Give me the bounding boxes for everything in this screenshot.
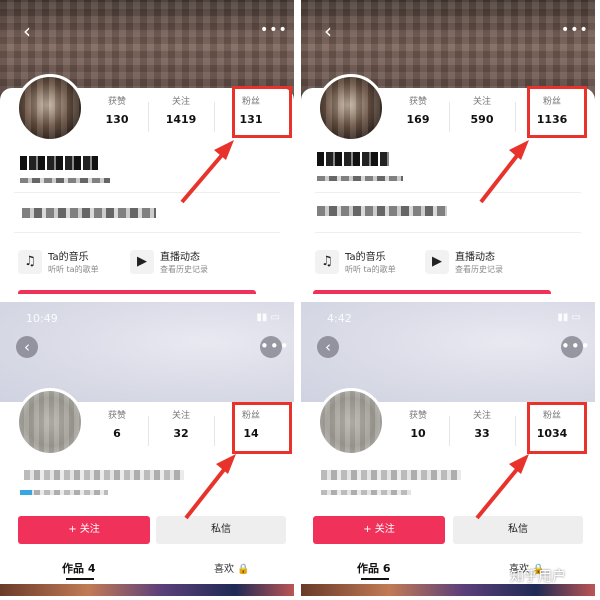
tab-likes[interactable]: 喜欢 🔒 (214, 560, 250, 575)
live-replay-icon: ▶ (425, 250, 449, 274)
tab-underline (66, 578, 94, 580)
blurred-username (24, 470, 184, 480)
stat-label: 获赞 (408, 97, 427, 107)
divider (449, 102, 450, 132)
message-button[interactable]: 私信 (156, 516, 286, 544)
stat-likes[interactable]: 获赞 169 (389, 94, 447, 126)
service-subtitle: 查看历史记录 (160, 265, 208, 274)
avatar[interactable] (16, 388, 84, 456)
back-icon[interactable]: ‹ (16, 336, 38, 358)
divider (515, 416, 516, 446)
follow-button[interactable]: + 关注 (313, 516, 445, 544)
service-title: Ta的音乐 (345, 252, 386, 263)
service-title: 直播动态 (455, 252, 495, 263)
avatar[interactable] (317, 74, 385, 142)
followers-highlight-box (527, 86, 587, 138)
follow-button[interactable] (18, 290, 256, 294)
service-subtitle: 查看历史记录 (455, 265, 503, 274)
service-title: 直播动态 (160, 252, 200, 263)
profile-panel-1: ‹ ••• 获赞 130 关注 1419 粉丝 131 ♫ Ta的音乐 听听 t… (0, 0, 294, 294)
stat-value: 1419 (165, 113, 197, 126)
video-thumbnails[interactable] (0, 584, 294, 596)
divider (14, 232, 280, 233)
message-button[interactable]: 私信 (453, 516, 583, 544)
signal-battery-icon: ▮▮ ▭ (557, 312, 581, 323)
tab-underline (361, 578, 389, 580)
divider (515, 102, 516, 132)
blurred-username (321, 470, 461, 480)
stat-value: 10 (410, 427, 426, 440)
music-note-icon: ♫ (18, 250, 42, 274)
watermark: 知乎用户 (510, 569, 566, 585)
stat-label: 获赞 (107, 411, 126, 421)
divider (449, 416, 450, 446)
back-icon[interactable]: ‹ (16, 20, 38, 42)
follow-button[interactable]: + 关注 (18, 516, 150, 544)
stat-following[interactable]: 关注 32 (152, 408, 210, 440)
profile-panel-2: ‹ ••• 获赞 169 关注 590 粉丝 1136 ♫ Ta的音乐 听听 t… (301, 0, 595, 294)
service-subtitle: 听听 ta的歌单 (345, 265, 396, 274)
followers-highlight-box (232, 86, 292, 138)
profile-panel-3: 10:49 ▮▮ ▭ ‹ ••• 获赞 6 关注 32 粉丝 14 + 关注 私… (0, 302, 294, 596)
stat-value: 169 (406, 113, 430, 126)
comparison-grid: ‹ ••• 获赞 130 关注 1419 粉丝 131 ♫ Ta的音乐 听听 t… (0, 0, 600, 600)
music-note-icon: ♫ (315, 250, 339, 274)
avatar[interactable] (16, 74, 84, 142)
stat-label: 关注 (472, 97, 491, 107)
followers-highlight-box (527, 402, 587, 454)
blurred-id (24, 490, 108, 495)
divider (315, 232, 581, 233)
blurred-bio (22, 208, 156, 218)
blurred-username (317, 152, 389, 166)
stat-value: 130 (105, 113, 129, 126)
stat-following[interactable]: 关注 33 (453, 408, 511, 440)
tab-works[interactable]: 作品 4 (62, 560, 95, 576)
stat-value: 6 (113, 427, 121, 440)
stat-value: 33 (474, 427, 490, 440)
blurred-id (317, 176, 403, 181)
status-time: 10:49 (26, 312, 58, 325)
tab-works[interactable]: 作品 6 (357, 560, 390, 576)
blurred-id (321, 490, 411, 495)
profile-panel-4: 4:42 ▮▮ ▭ ‹ ••• 获赞 10 关注 33 粉丝 1034 + 关注… (301, 302, 595, 596)
content-tabs: 作品 4 喜欢 🔒 (0, 556, 294, 580)
stat-following[interactable]: 关注 1419 (152, 94, 210, 126)
blurred-id (20, 178, 110, 183)
stat-label: 关注 (472, 411, 491, 421)
blurred-bio (317, 206, 447, 216)
followers-highlight-box (232, 402, 292, 454)
divider (148, 416, 149, 446)
follow-button[interactable] (313, 290, 551, 294)
divider (315, 192, 581, 193)
more-icon[interactable]: ••• (561, 20, 588, 42)
back-icon[interactable]: ‹ (317, 20, 339, 42)
back-icon[interactable]: ‹ (317, 336, 339, 358)
live-replay-icon: ▶ (130, 250, 154, 274)
more-icon[interactable]: ••• (561, 336, 590, 358)
stat-label: 关注 (171, 411, 190, 421)
status-time: 4:42 (327, 312, 352, 325)
service-title: Ta的音乐 (48, 252, 89, 263)
divider (214, 102, 215, 132)
stat-value: 590 (470, 113, 494, 126)
stat-label: 获赞 (107, 97, 126, 107)
badge (20, 490, 32, 495)
more-icon[interactable]: ••• (260, 20, 287, 42)
divider (14, 192, 280, 193)
avatar[interactable] (317, 388, 385, 456)
divider (214, 416, 215, 446)
stat-label: 关注 (171, 97, 190, 107)
stat-following[interactable]: 关注 590 (453, 94, 511, 126)
more-icon[interactable]: ••• (260, 336, 289, 358)
stat-label: 获赞 (408, 411, 427, 421)
stat-likes[interactable]: 获赞 130 (88, 94, 146, 126)
divider (148, 102, 149, 132)
stat-likes[interactable]: 获赞 6 (88, 408, 146, 440)
signal-battery-icon: ▮▮ ▭ (256, 312, 280, 323)
blurred-username (20, 156, 98, 170)
service-subtitle: 听听 ta的歌单 (48, 265, 99, 274)
stat-value: 32 (173, 427, 189, 440)
stat-likes[interactable]: 获赞 10 (389, 408, 447, 440)
